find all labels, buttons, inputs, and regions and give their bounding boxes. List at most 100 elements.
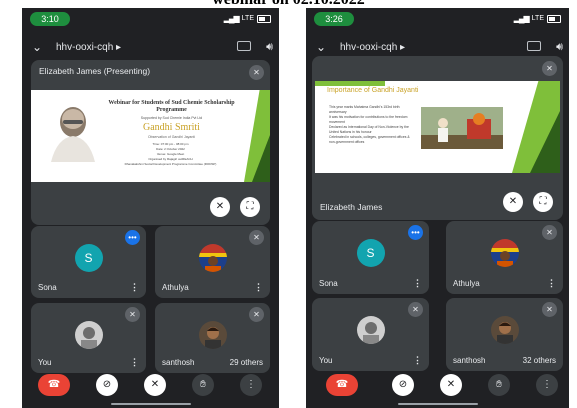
participant-name: Athulya [453, 279, 480, 288]
slide-details: Time: 07:00 pm - 08:00 pm Date: 2 Octobe… [116, 142, 225, 167]
participant-name: Sona [319, 279, 338, 288]
meeting-header: ⌄ hhv-ooxi-cqh ▸ 🔊︎ [306, 38, 569, 58]
participant-tile[interactable]: ••• S Sona ⋮ [312, 221, 429, 294]
presenter-name: Elizabeth James (Presenting) [39, 66, 151, 76]
meeting-code[interactable]: hhv-ooxi-cqh ▸ [56, 41, 121, 55]
slide-decor [315, 81, 385, 86]
more-options-button[interactable]: ⋮ [240, 374, 262, 396]
camera-off-button[interactable]: ⊘ [96, 374, 118, 396]
audio-active-icon: ••• [125, 230, 140, 245]
home-indicator [110, 403, 191, 405]
end-call-button[interactable]: ☎ [38, 374, 70, 396]
meeting-code[interactable]: hhv-ooxi-cqh ▸ [340, 41, 405, 55]
chevron-down-icon[interactable]: ⌄ [32, 39, 42, 55]
more-vert-icon[interactable]: ⋮ [254, 282, 263, 293]
signal-icon: ▂▄▆ [513, 14, 530, 23]
raise-hand-icon: ✋︎ [200, 379, 206, 390]
slide-title: Importance of Gandhi Jayanti [327, 87, 419, 94]
slide-bullet: Declared as International Day of Non-Vio… [329, 125, 409, 134]
signal-icon: ▂▄▆ [223, 14, 240, 23]
mic-off-button[interactable]: ✕ [440, 374, 462, 396]
mic-off-icon: ✕ [408, 302, 423, 317]
speaker-icon[interactable]: 🔊︎ [556, 39, 563, 55]
more-vert-icon[interactable]: ⋮ [413, 278, 422, 289]
participant-tile[interactable]: ••• S Sona ⋮ [31, 226, 146, 298]
slide-subtitle: Observation of Gandhi Jayanti [147, 135, 196, 139]
audio-active-icon: ••• [408, 225, 423, 240]
participant-tile[interactable]: ✕ You ⋮ [31, 303, 146, 373]
slide-bullet: This year marks Mahatma Gandhi's 153rd b… [329, 105, 400, 114]
more-vert-icon: ⋮ [542, 379, 552, 390]
avatar [74, 321, 103, 349]
slide-bullet: Celebrated in schools, colleges, governm… [329, 135, 410, 144]
mic-off-icon: ✕ [542, 225, 557, 240]
home-indicator [397, 403, 478, 405]
fullscreen-icon[interactable]: ⛶ [240, 197, 260, 217]
mic-off-icon: ✕ [249, 65, 264, 80]
status-time: 3:26 [314, 12, 354, 26]
more-vert-icon[interactable]: ⋮ [130, 282, 139, 293]
avatar [198, 321, 227, 349]
end-call-button[interactable]: ☎ [326, 374, 358, 396]
pin-icon[interactable]: ✕ [210, 197, 230, 217]
mic-off-button[interactable]: ✕ [144, 374, 166, 396]
pin-icon[interactable]: ✕ [503, 192, 523, 212]
raise-hand-button[interactable]: ✋︎ [488, 374, 510, 396]
slide-headline: Gandhi Smriti [143, 122, 200, 133]
status-icons: ▂▄▆ LTE [514, 13, 561, 25]
status-bar: 3:26 ▂▄▆ LTE [306, 8, 569, 30]
gandhi-portrait [51, 107, 95, 162]
network-type: LTE [241, 15, 254, 22]
mic-off-icon: ✕ [446, 379, 456, 390]
camera-switch-icon[interactable] [237, 41, 251, 51]
participant-tile[interactable]: ✕ You ⋮ [312, 298, 429, 371]
end-call-icon: ☎ [335, 379, 349, 390]
participant-tile[interactable]: ✕ Athulya ⋮ [446, 221, 563, 294]
mic-off-icon: ✕ [249, 230, 264, 245]
status-time: 3:10 [30, 12, 70, 26]
slide-title: Webinar for Students of Sud Chemie Schol… [108, 100, 235, 113]
chevron-down-icon[interactable]: ⌄ [316, 39, 326, 55]
presentation-slide: Importance of Gandhi Jayanti This year m… [315, 81, 560, 173]
network-type: LTE [531, 15, 544, 22]
presentation-tile[interactable]: ✕ Importance of Gandhi Jayanti This year… [312, 56, 563, 220]
call-controls: ☎ ⊘ ✕ ✋︎ ⋮ [306, 366, 569, 408]
fullscreen-icon[interactable]: ⛶ [533, 192, 553, 212]
speaker-icon[interactable]: 🔊︎ [266, 39, 273, 55]
avatar [490, 316, 519, 344]
mic-off-icon: ✕ [150, 379, 160, 390]
slide-sponsor: Supported by Sud Chemie India Pvt Ltd [140, 116, 203, 120]
meet-screen-right: 3:26 ▂▄▆ LTE ⌄ hhv-ooxi-cqh ▸ 🔊︎ ✕ Impor… [306, 8, 569, 408]
tile-controls: ✕ ⛶ [503, 192, 553, 212]
mic-off-icon: ✕ [249, 307, 264, 322]
presentation-tile[interactable]: Elizabeth James (Presenting) ✕ Webinar f… [31, 60, 270, 225]
others-count[interactable]: 32 others [523, 356, 556, 365]
participant-tile[interactable]: ✕ santhosh 32 others [446, 298, 563, 371]
raise-hand-icon: ✋︎ [496, 379, 502, 390]
camera-switch-icon[interactable] [527, 41, 541, 51]
end-call-icon: ☎ [47, 379, 61, 390]
meeting-header: ⌄ hhv-ooxi-cqh ▸ 🔊︎ [22, 38, 279, 58]
more-vert-icon[interactable]: ⋮ [413, 355, 422, 366]
camera-off-icon: ⊘ [102, 379, 112, 390]
slide-bullets: This year marks Mahatma Gandhi's 153rd b… [329, 105, 411, 145]
battery-icon [547, 15, 561, 23]
mic-off-icon: ✕ [125, 307, 140, 322]
raise-hand-button[interactable]: ✋︎ [192, 374, 214, 396]
participant-name: santhosh [453, 356, 486, 365]
participant-tile[interactable]: ✕ santhosh 29 others [155, 303, 270, 373]
slide-bullet: It was his motivation for contributions … [329, 115, 408, 124]
camera-off-button[interactable]: ⊘ [392, 374, 414, 396]
status-icons: ▂▄▆ LTE [224, 13, 271, 25]
presenter-name: Elizabeth James [320, 202, 383, 212]
slide-org-detail: Dhanalakshmi Social Development Programm… [124, 162, 217, 166]
participant-name: You [319, 356, 333, 365]
meet-screen-left: 3:10 ▂▄▆ LTE ⌄ hhv-ooxi-cqh ▸ 🔊︎ Elizabe… [22, 8, 279, 408]
more-options-button[interactable]: ⋮ [536, 374, 558, 396]
mic-off-icon: ✕ [542, 61, 557, 76]
slide-photo [421, 107, 503, 149]
mic-off-icon: ✕ [542, 302, 557, 317]
participant-tile[interactable]: ✕ Athulya ⋮ [155, 226, 270, 298]
participant-name: Athulya [162, 283, 189, 292]
more-vert-icon[interactable]: ⋮ [547, 278, 556, 289]
